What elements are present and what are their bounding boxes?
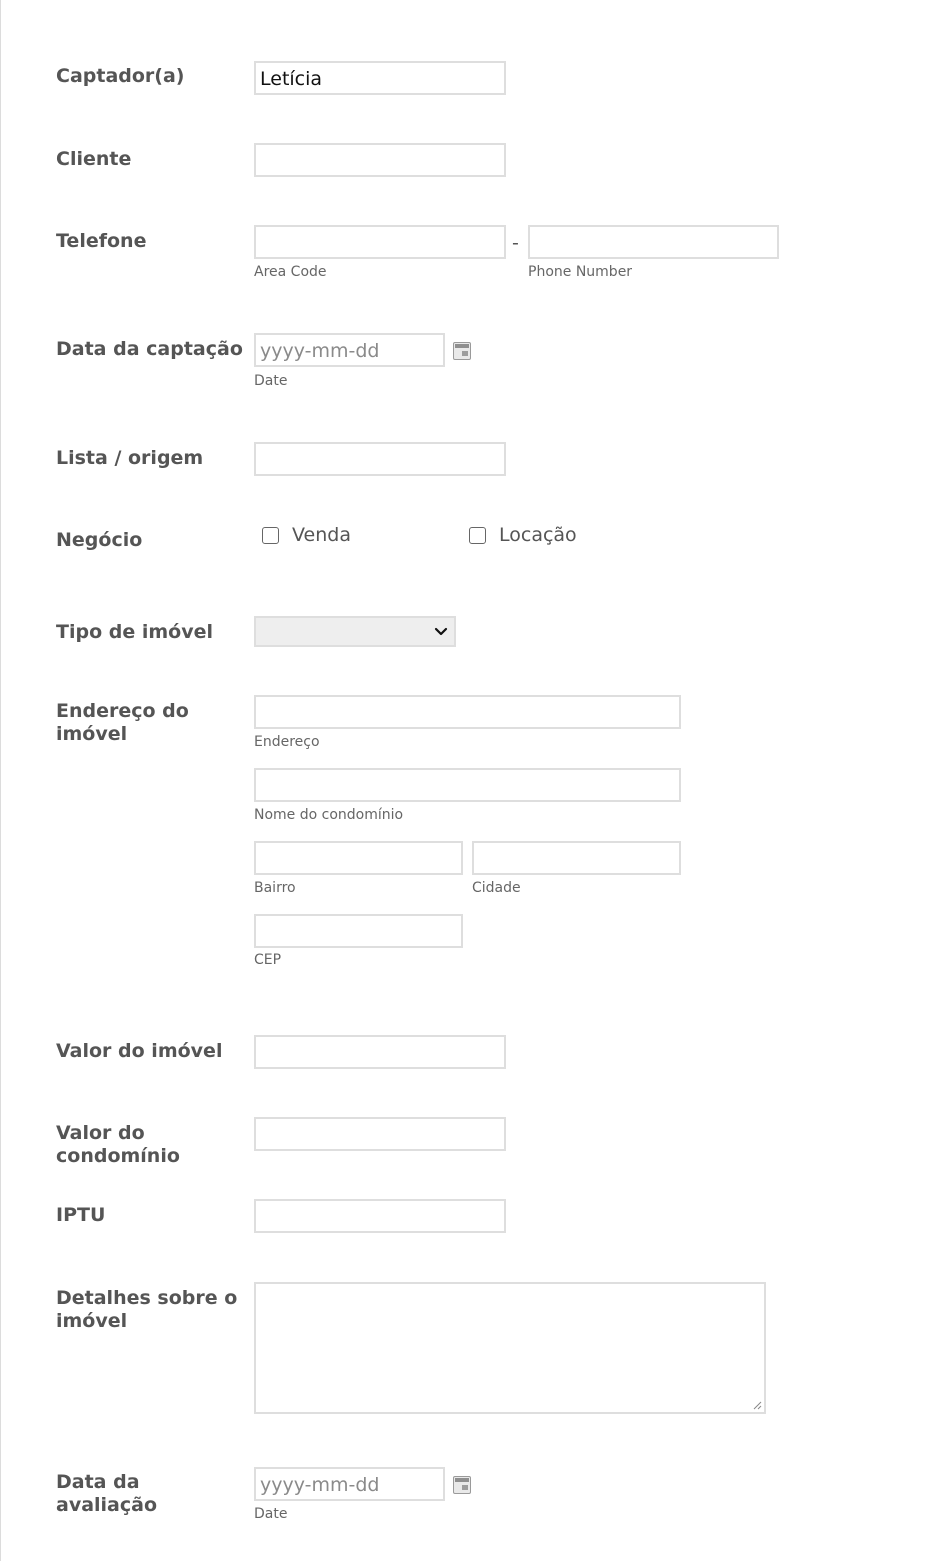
area-code-sublabel: Area Code — [254, 264, 327, 280]
area-code-input[interactable] — [254, 225, 506, 259]
chevron-down-icon — [434, 627, 448, 636]
valor-imovel-input[interactable] — [254, 1035, 506, 1069]
telefone-label: Telefone — [56, 230, 147, 252]
cep-input[interactable] — [254, 914, 463, 948]
tipo-imovel-select[interactable] — [254, 616, 456, 647]
cliente-input[interactable] — [254, 143, 506, 177]
calendar-icon[interactable] — [453, 342, 471, 360]
negocio-label: Negócio — [56, 529, 143, 551]
bairro-input[interactable] — [254, 841, 463, 875]
calendar-icon[interactable] — [453, 1476, 471, 1494]
resize-handle-icon[interactable] — [752, 1400, 762, 1410]
condominio-nome-sublabel: Nome do condomínio — [254, 807, 404, 823]
venda-option-label[interactable]: Venda — [292, 524, 351, 547]
cep-sublabel: CEP — [254, 952, 282, 968]
form-container: Captador(a) Letícia Cliente Telefone - A… — [0, 0, 930, 1561]
lista-origem-input[interactable] — [254, 442, 506, 476]
locacao-checkbox[interactable] — [469, 527, 486, 544]
endereco-sublabel: Endereço — [254, 734, 320, 750]
locacao-option-label[interactable]: Locação — [499, 524, 577, 547]
bairro-sublabel: Bairro — [254, 880, 296, 896]
iptu-input[interactable] — [254, 1199, 506, 1233]
iptu-label: IPTU — [56, 1204, 106, 1226]
cliente-label: Cliente — [56, 148, 132, 170]
cidade-input[interactable] — [472, 841, 681, 875]
data-avaliacao-label: Data da avaliação — [56, 1471, 158, 1516]
endereco-input[interactable] — [254, 695, 681, 729]
valor-condominio-label: Valor do condomínio — [56, 1122, 180, 1167]
valor-condominio-input[interactable] — [254, 1117, 506, 1151]
phone-number-sublabel: Phone Number — [528, 264, 633, 280]
detalhes-label: Detalhes sobre o imóvel — [56, 1287, 238, 1332]
captador-input[interactable]: Letícia — [254, 61, 506, 95]
captador-label: Captador(a) — [56, 65, 185, 87]
phone-number-input[interactable] — [528, 225, 779, 259]
condominio-nome-input[interactable] — [254, 768, 681, 802]
data-captacao-label: Data da captação — [56, 338, 243, 360]
lista-origem-label: Lista / origem — [56, 447, 204, 469]
venda-checkbox[interactable] — [262, 527, 279, 544]
tipo-imovel-label: Tipo de imóvel — [56, 621, 213, 643]
valor-imovel-label: Valor do imóvel — [56, 1040, 223, 1062]
data-captacao-sublabel: Date — [254, 373, 288, 389]
data-captacao-input[interactable]: yyyy-mm-dd — [254, 333, 445, 367]
data-avaliacao-sublabel: Date — [254, 1506, 288, 1522]
data-avaliacao-input[interactable]: yyyy-mm-dd — [254, 1467, 445, 1501]
cidade-sublabel: Cidade — [472, 880, 521, 896]
detalhes-textarea[interactable] — [254, 1282, 766, 1414]
endereco-label: Endereço do imóvel — [56, 700, 189, 745]
phone-separator: - — [512, 232, 519, 254]
